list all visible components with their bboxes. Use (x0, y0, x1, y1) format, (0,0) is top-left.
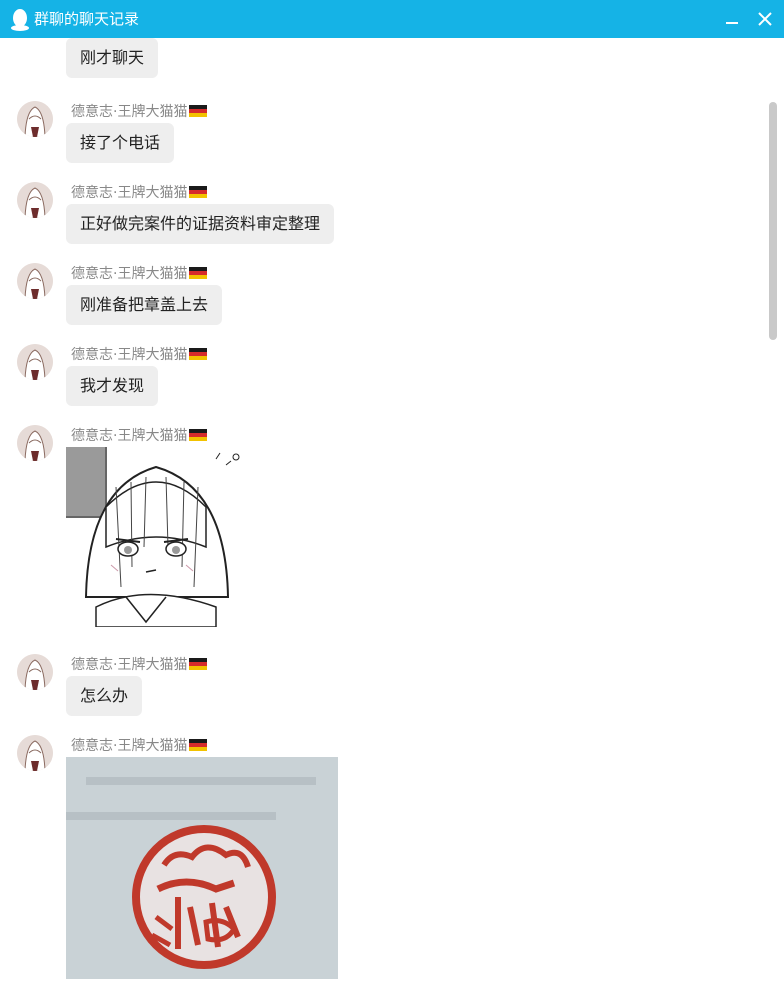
germany-flag-icon (189, 658, 208, 670)
scrollbar[interactable] (766, 100, 780, 984)
avatar[interactable] (17, 101, 53, 137)
sender-line: 德意志·王牌大猫猫 (71, 654, 208, 674)
message-bubble[interactable]: 刚准备把章盖上去 (66, 285, 223, 325)
germany-flag-icon (189, 348, 208, 360)
message-bubble[interactable]: 刚才聊天 (66, 38, 159, 78)
minimize-button[interactable] (719, 6, 745, 32)
germany-flag-icon (189, 186, 208, 198)
germany-flag-icon (189, 739, 208, 751)
window-title: 群聊的聊天记录 (34, 10, 140, 28)
qq-penguin-icon (11, 9, 29, 31)
germany-flag-icon (189, 267, 208, 279)
sender-name[interactable]: 德意志·王牌大猫猫 (71, 104, 187, 120)
sender-line: 德意志·王牌大猫猫 (71, 735, 208, 755)
sender-line: 德意志·王牌大猫猫 (71, 344, 208, 364)
chat-history: 刚才聊天 德意志·王牌大猫猫 接了个电话 德意志·王牌大猫猫 正好做完案件的证据… (0, 38, 784, 984)
sender-line: 德意志·王牌大猫猫 (71, 425, 208, 445)
title-bar: 群聊的聊天记录 (0, 0, 784, 38)
avatar[interactable] (17, 344, 53, 380)
seal-stamp-photo[interactable] (66, 757, 338, 979)
avatar[interactable] (17, 735, 53, 771)
sender-name[interactable]: 德意志·王牌大猫猫 (71, 657, 187, 673)
minimize-icon (726, 22, 738, 24)
message-bubble[interactable]: 怎么办 (66, 676, 143, 716)
sender-name[interactable]: 德意志·王牌大猫猫 (71, 738, 187, 754)
message-bubble[interactable]: 正好做完案件的证据资料审定整理 (66, 204, 335, 244)
sender-line: 德意志·王牌大猫猫 (71, 101, 208, 121)
avatar[interactable] (17, 263, 53, 299)
avatar[interactable] (17, 425, 53, 461)
sender-line: 德意志·王牌大猫猫 (71, 182, 208, 202)
close-icon (758, 12, 772, 26)
avatar[interactable] (17, 654, 53, 690)
sender-name[interactable]: 德意志·王牌大猫猫 (71, 185, 187, 201)
close-button[interactable] (752, 6, 778, 32)
message-bubble[interactable]: 我才发现 (66, 366, 159, 406)
sender-name[interactable]: 德意志·王牌大猫猫 (71, 266, 187, 282)
sender-name[interactable]: 德意志·王牌大猫猫 (71, 347, 187, 363)
germany-flag-icon (189, 105, 208, 117)
manga-girl-sticker[interactable] (66, 447, 240, 627)
sender-line: 德意志·王牌大猫猫 (71, 263, 208, 283)
message-bubble[interactable]: 接了个电话 (66, 123, 175, 163)
sender-name[interactable]: 德意志·王牌大猫猫 (71, 428, 187, 444)
germany-flag-icon (189, 429, 208, 441)
scrollbar-thumb[interactable] (769, 102, 777, 340)
avatar[interactable] (17, 182, 53, 218)
